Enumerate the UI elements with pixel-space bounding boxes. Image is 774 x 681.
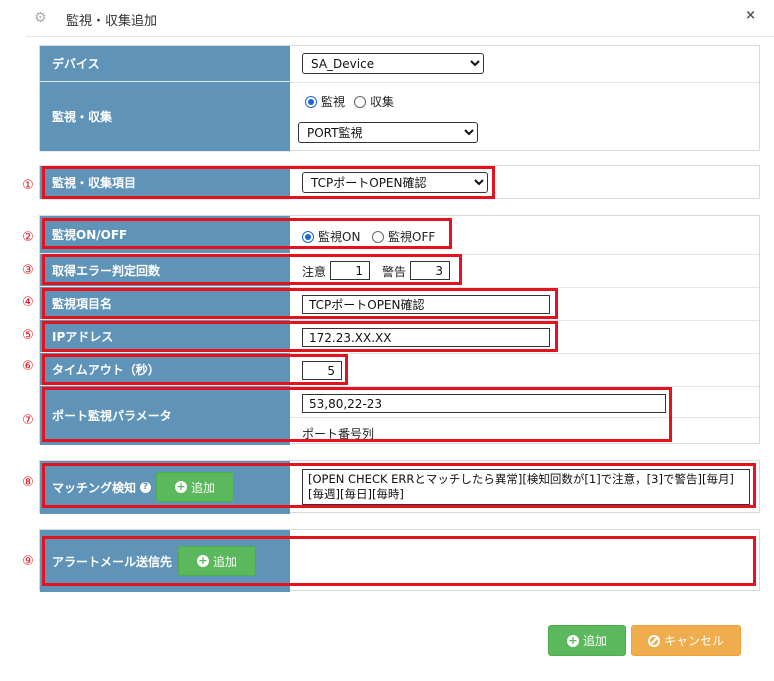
device-label: デバイス	[40, 46, 290, 82]
help-icon[interactable]: ?	[140, 482, 152, 493]
marker-2: ②	[22, 230, 34, 245]
device-section: デバイス 監視・収集 SA_Device 監視 収集 PORT監視	[39, 45, 760, 152]
port-param-input[interactable]	[302, 394, 666, 413]
marker-9: ⑨	[22, 554, 34, 569]
alert-label: 警告	[382, 265, 407, 279]
warn-label: 注意	[302, 265, 327, 279]
monitor-collect-label: 監視・収集	[40, 82, 290, 152]
radio-monitor[interactable]: 監視	[305, 93, 345, 110]
close-button[interactable]: ×	[745, 8, 756, 23]
alert-mail-section: アラートメール送信先 + 追加	[39, 529, 760, 592]
matching-rule-text[interactable]: [OPEN CHECK ERRとマッチしたら異常][検知回数が[1]で注意，[3…	[302, 469, 750, 505]
matching-label: マッチング検知	[52, 481, 137, 495]
dialog-title: 監視・収集追加	[66, 14, 158, 29]
radio-monitor-dot[interactable]	[305, 95, 317, 108]
radio-on-dot[interactable]	[302, 230, 314, 243]
radio-monitor-on[interactable]: 監視ON	[302, 228, 360, 245]
radio-collect-dot[interactable]	[354, 95, 366, 108]
marker-3: ③	[22, 263, 34, 278]
alert-mail-add-button[interactable]: + 追加	[178, 546, 256, 576]
matching-add-button[interactable]: + 追加	[156, 472, 234, 502]
marker-8: ⑧	[22, 475, 34, 490]
plus-circle-icon: +	[566, 633, 579, 647]
radio-monitor-off[interactable]: 監視OFF	[372, 228, 435, 245]
submit-add-button[interactable]: + 追加	[548, 625, 626, 656]
marker-7: ⑦	[22, 413, 34, 428]
item-select[interactable]: TCPポートOPEN確認	[302, 172, 488, 193]
alert-count-input[interactable]	[410, 261, 450, 280]
marker-6: ⑥	[22, 359, 34, 374]
ip-label: IPアドレス	[40, 320, 290, 353]
port-param-hint: ポート番号列	[302, 427, 375, 441]
onoff-label: 監視ON/OFF	[40, 216, 290, 254]
radio-off-dot[interactable]	[372, 230, 384, 243]
radio-collect[interactable]: 収集	[354, 93, 394, 110]
dialog-titlebar: ⚙ 監視・収集追加 ×	[26, 0, 774, 37]
warn-count-input[interactable]	[330, 261, 370, 280]
add-monitor-dialog: ⚙ 監視・収集追加 × デバイス 監視・収集 SA_Device 監視 収集 P…	[26, 0, 774, 681]
plus-circle-icon: +	[174, 480, 187, 493]
marker-1: ①	[22, 178, 34, 193]
device-select[interactable]: SA_Device	[302, 53, 484, 74]
ip-address-input[interactable]	[302, 328, 550, 347]
detail-section: 監視ON/OFF 取得エラー判定回数 監視項目名 IPアドレス タイムアウト（秒…	[39, 215, 760, 445]
monitor-type-select[interactable]: PORT監視	[298, 122, 478, 143]
item-section: 監視・収集項目 TCPポートOPEN確認	[39, 165, 760, 200]
item-name-label: 監視項目名	[40, 287, 290, 320]
gear-icon: ⚙	[34, 10, 47, 26]
item-name-input[interactable]	[302, 295, 550, 314]
timeout-label: タイムアウト（秒）	[40, 353, 290, 386]
error-count-label: 取得エラー判定回数	[40, 254, 290, 287]
matching-section: マッチング検知 ? + 追加 [OPEN CHECK ERRとマッチしたら異常]…	[39, 460, 760, 514]
timeout-input[interactable]	[302, 361, 342, 380]
marker-5: ⑤	[22, 328, 34, 343]
marker-4: ④	[22, 295, 34, 310]
cancel-button[interactable]: キャンセル	[631, 625, 741, 656]
ban-icon	[647, 634, 660, 647]
alert-mail-label: アラートメール送信先	[52, 554, 173, 569]
plus-circle-icon: +	[196, 554, 209, 567]
item-label: 監視・収集項目	[40, 166, 290, 200]
port-param-label: ポート監視パラメータ	[40, 386, 290, 445]
